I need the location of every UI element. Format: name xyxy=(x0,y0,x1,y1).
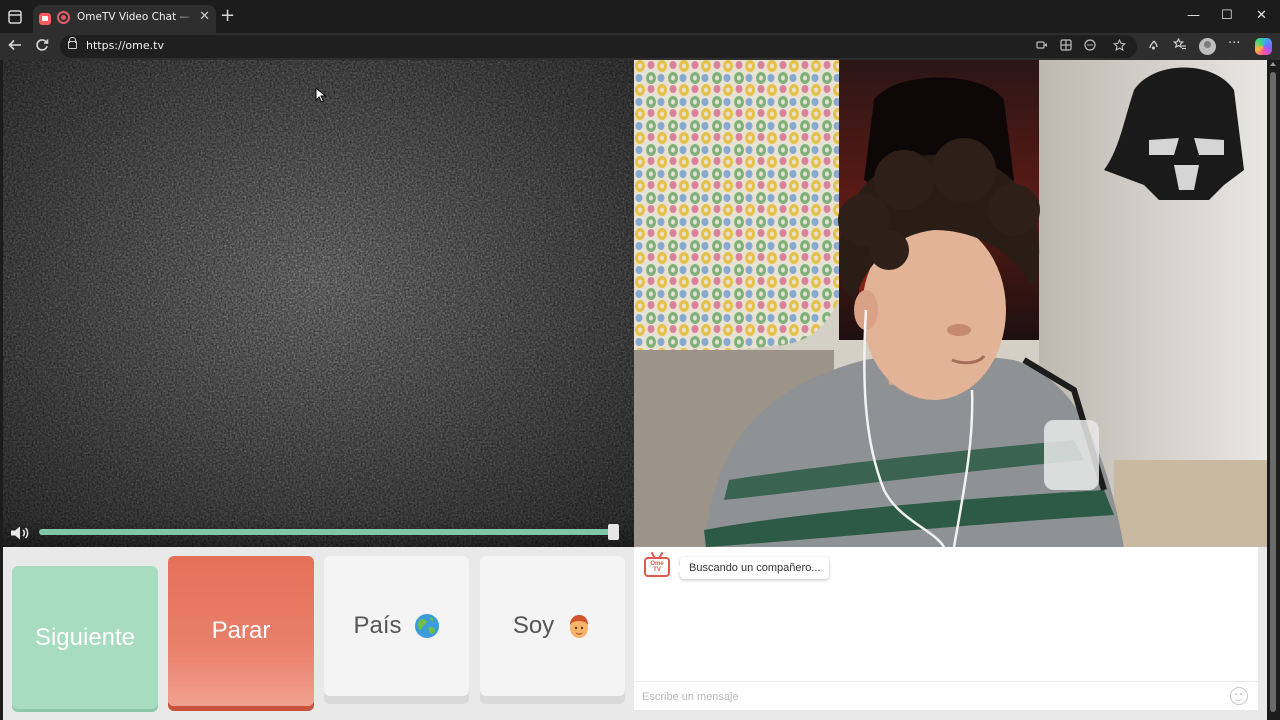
ometv-logo-text: Ome TV xyxy=(650,561,664,573)
back-icon[interactable] xyxy=(8,38,22,52)
extensions-icon[interactable] xyxy=(1084,39,1096,51)
chat-input-row xyxy=(634,681,1258,710)
volume-control xyxy=(3,518,634,547)
close-window-icon[interactable]: ✕ xyxy=(1256,7,1267,25)
favorite-star-icon[interactable] xyxy=(1113,39,1126,52)
close-tab-icon[interactable]: ✕ xyxy=(199,10,210,24)
tab-strip: OmeTV Video Chat — Omegle ✕ + — ☐ ✕ xyxy=(0,0,1280,33)
chat-status-message: Buscando un compañero... xyxy=(674,557,830,579)
minimize-icon[interactable]: — xyxy=(1187,7,1200,25)
emoji-picker-icon[interactable] xyxy=(1230,687,1248,705)
partner-video-static xyxy=(3,60,634,547)
recording-icon xyxy=(57,11,70,24)
globe-icon xyxy=(414,614,439,638)
address-bar[interactable]: https://ome.tv xyxy=(60,35,1137,58)
maximize-icon[interactable]: ☐ xyxy=(1221,7,1233,25)
scroll-up-arrow-icon[interactable] xyxy=(1270,62,1276,66)
mouse-cursor-icon xyxy=(315,87,327,103)
volume-slider-thumb[interactable] xyxy=(608,524,619,540)
scrollbar-thumb[interactable] xyxy=(1270,72,1276,712)
address-toolbar: https://ome.tv ··· xyxy=(0,33,1280,60)
video-noise-image xyxy=(3,60,634,547)
boy-icon xyxy=(570,615,589,638)
stop-button[interactable]: Parar xyxy=(168,556,314,706)
more-icon[interactable]: ··· xyxy=(1228,36,1240,52)
gender-filter-button[interactable]: Soy xyxy=(480,556,625,696)
self-camera-view xyxy=(634,60,1267,547)
next-button-label: Siguiente xyxy=(34,623,136,651)
refresh-icon[interactable] xyxy=(35,38,49,52)
country-button-label: País xyxy=(353,612,402,639)
next-button[interactable]: Siguiente xyxy=(12,566,158,709)
volume-slider-track[interactable] xyxy=(39,529,619,535)
app-icon[interactable] xyxy=(1060,39,1072,51)
country-filter-button[interactable]: País xyxy=(324,556,469,696)
chat-panel: Ome TV Buscando un compañero... xyxy=(634,547,1258,710)
url-text[interactable]: https://ome.tv xyxy=(86,39,164,52)
camera-scene-image xyxy=(634,60,1267,547)
video-icon[interactable] xyxy=(1036,39,1048,51)
performance-icon[interactable] xyxy=(1147,38,1160,51)
lock-icon[interactable] xyxy=(68,37,77,49)
stop-button-label: Parar xyxy=(211,617,271,644)
tab-title: OmeTV Video Chat — Omegle xyxy=(77,11,195,23)
gender-button-label: Soy xyxy=(512,612,555,639)
ometv-logo: Ome TV xyxy=(644,557,670,577)
browser-tab[interactable]: OmeTV Video Chat — Omegle ✕ xyxy=(33,5,216,33)
youtube-favicon-icon xyxy=(39,13,51,25)
speaker-icon[interactable] xyxy=(10,525,32,541)
chat-message-input[interactable] xyxy=(642,688,1202,706)
tab-actions-icon[interactable] xyxy=(6,8,24,26)
profile-avatar-icon[interactable] xyxy=(1199,38,1216,55)
favorites-icon[interactable] xyxy=(1173,38,1187,51)
new-tab-icon[interactable]: + xyxy=(220,6,235,26)
copilot-icon[interactable] xyxy=(1255,38,1272,55)
